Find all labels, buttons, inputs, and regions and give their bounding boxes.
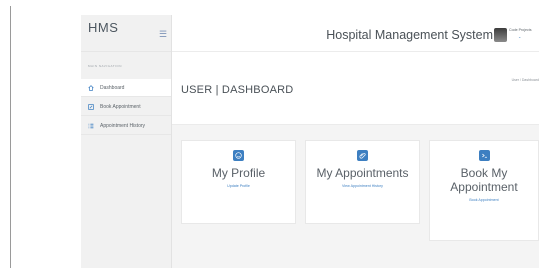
app-title: Hospital Management System [326, 28, 493, 42]
sidebar-item-label: Appointment History [100, 122, 146, 129]
card-title: Book My Appointment [450, 166, 518, 194]
smile-icon [233, 150, 244, 161]
sidebar-item-dashboard[interactable]: Dashboard [81, 79, 171, 97]
left-divider [10, 6, 11, 268]
chevron-down-icon[interactable]: ⌄ [518, 34, 521, 39]
app-brand[interactable]: HMS [88, 20, 118, 35]
menu-toggle-icon[interactable]: ☰ [159, 29, 167, 40]
nav-heading: MAIN NAVIGATION [88, 64, 122, 68]
sidebar-item-label: Dashboard [100, 84, 125, 91]
profile-card[interactable]: My Profile Update Profile [181, 140, 296, 224]
edit-icon [88, 103, 96, 110]
sidebar-item-label: Book Appointment [100, 103, 141, 110]
sidebar-item-book-appointment[interactable]: Book Appointment [81, 98, 171, 116]
book-appointment-card[interactable]: Book My Appointment Book Appointment [429, 140, 539, 241]
card-title: My Appointments [316, 166, 409, 180]
brand-divider [81, 51, 171, 52]
home-icon [88, 84, 96, 91]
avatar[interactable] [494, 28, 507, 42]
view-appointment-history-link[interactable]: View Appointment History [306, 184, 419, 188]
update-profile-link[interactable]: Update Profile [182, 184, 295, 188]
terminal-icon [478, 150, 490, 161]
card-title: My Profile [211, 166, 266, 180]
list-icon [88, 123, 96, 129]
appointments-card[interactable]: My Appointments View Appointment History [305, 140, 420, 224]
page-title: USER | DASHBOARD [181, 84, 294, 96]
sidebar-item-appointment-history[interactable]: Appointment History [81, 117, 171, 135]
book-appointment-link[interactable]: Book Appointment [430, 198, 538, 202]
paperclip-icon [357, 150, 368, 161]
sidebar [81, 15, 172, 268]
user-name[interactable]: Code Projects [509, 28, 532, 32]
breadcrumb[interactable]: User / Dashboard [512, 78, 539, 82]
